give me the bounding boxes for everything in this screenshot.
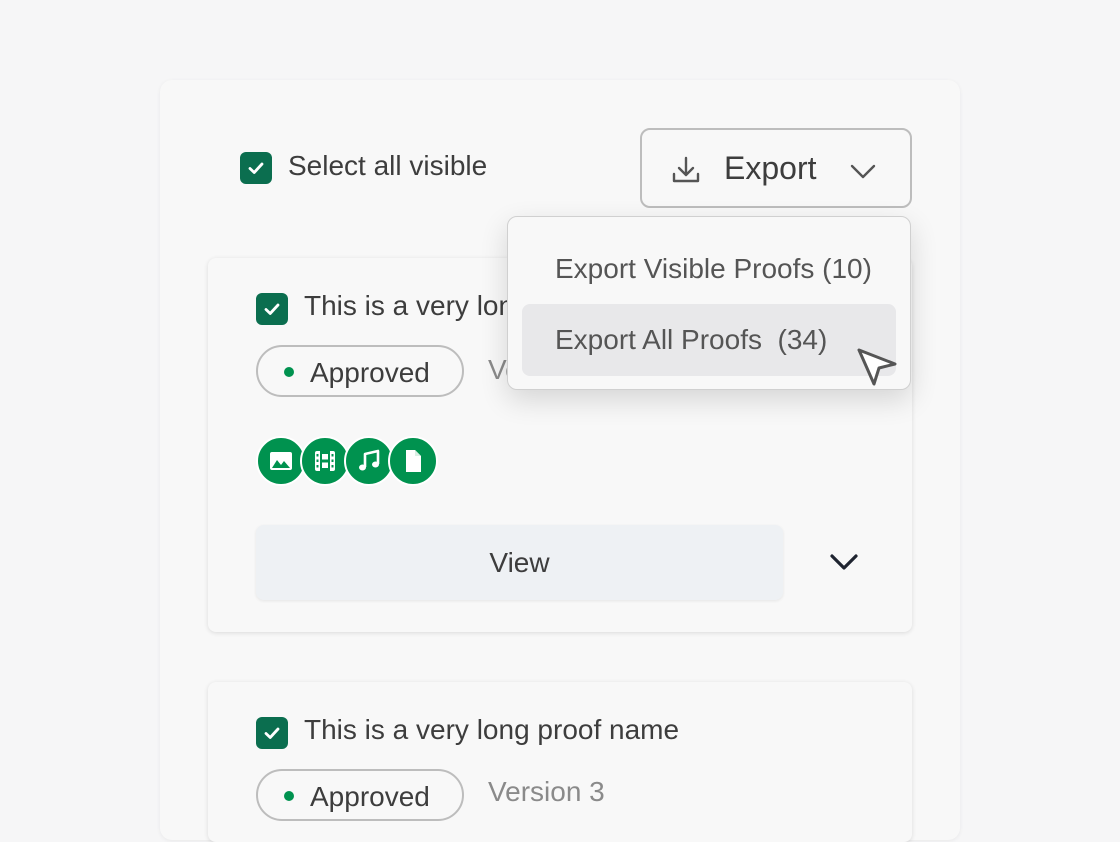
select-all-checkbox[interactable] [240,152,272,184]
status-dot [284,367,294,377]
status-badge: Approved [256,769,464,821]
image-icon [256,436,306,486]
proof-checkbox[interactable] [256,293,288,325]
proof-checkbox[interactable] [256,717,288,749]
proof-name[interactable]: This is a very long proof name [304,714,679,746]
chevron-down-icon [850,164,876,179]
status-label: Approved [310,357,430,388]
mouse-pointer-icon [857,348,897,386]
export-menu: Export Visible Proofs (10) Export All Pr… [507,216,911,390]
film-icon [300,436,350,486]
status-label: Approved [310,781,430,812]
select-all-label[interactable]: Select all visible [288,150,487,182]
proof-name[interactable]: This is a very long proof name [304,290,524,322]
music-icon [344,436,394,486]
document-icon [388,436,438,486]
export-button[interactable]: Export [640,128,912,208]
version-label: Version 3 [488,776,605,807]
check-icon [248,162,264,174]
chevron-down-icon[interactable] [826,548,862,578]
status-badge: Approved [256,345,464,397]
check-icon [264,727,280,739]
version-label: Version 3 [488,354,508,385]
menu-item-export-all[interactable]: Export All Proofs (34) [522,304,896,376]
check-icon [264,303,280,315]
menu-item-export-visible[interactable]: Export Visible Proofs (10) [522,233,896,305]
view-button[interactable]: View [256,525,783,600]
download-icon [672,156,700,183]
export-button-label: Export [724,150,817,186]
